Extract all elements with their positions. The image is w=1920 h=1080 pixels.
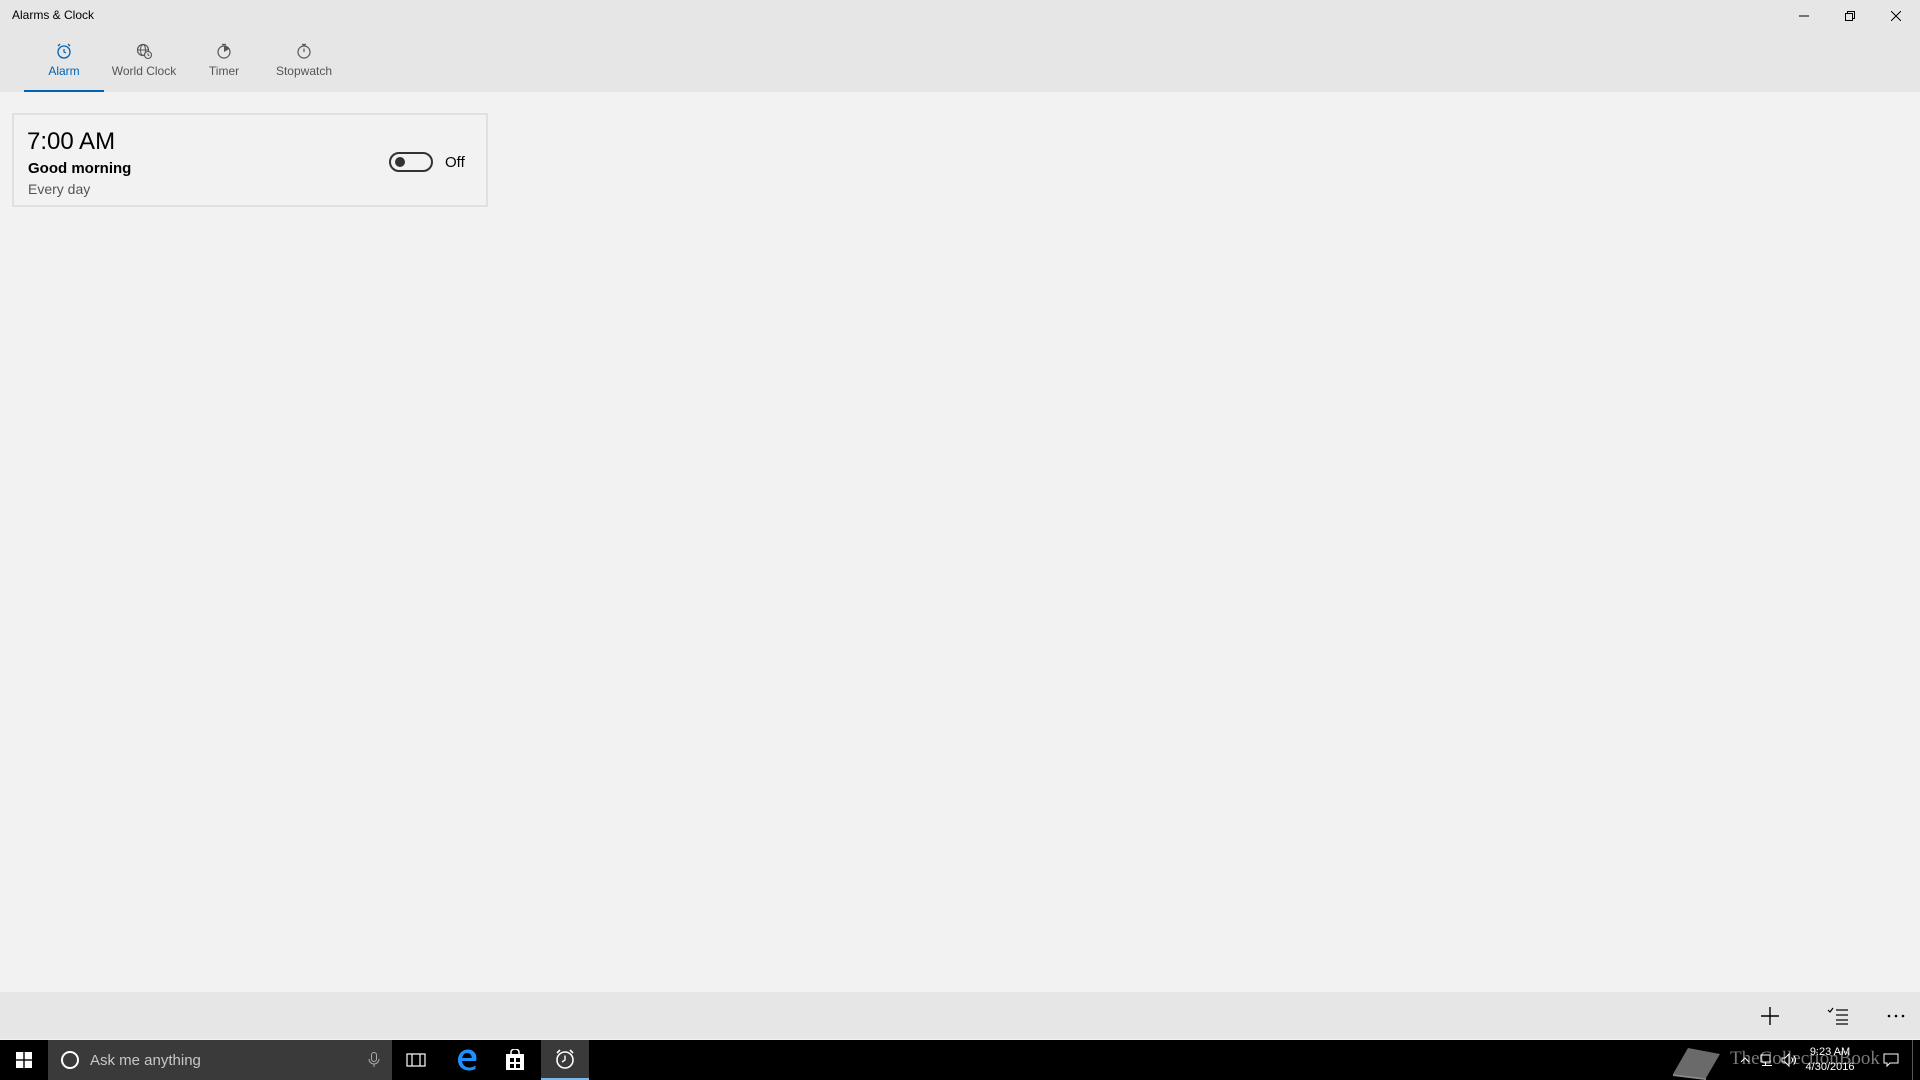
window-title: Alarms & Clock [12,8,95,22]
title-bar: Alarms & Clock [0,0,1920,32]
alarm-clock-icon [57,43,71,59]
minimize-icon [1799,15,1809,17]
tray-time: 9:23 AM [1809,1046,1851,1058]
select-list-icon [1827,1007,1848,1025]
close-button[interactable] [1873,0,1919,32]
toggle-knob [395,157,405,167]
clock-tray-button[interactable]: 9:23 AM 4/30/2016 [1790,1045,1870,1075]
taskbar-alarms-button[interactable] [541,1040,589,1080]
tab-bar: Alarm World Clock Timer Stopwatch [0,32,1920,92]
active-tab-indicator [24,90,104,92]
tab-timer-label: Timer [208,64,240,78]
more-options-button[interactable] [1872,992,1920,1039]
book-logo-icon [1673,1048,1720,1080]
alarm-repeat: Every day [28,181,91,197]
alarm-card[interactable]: 7:00 AM Good morning Every day Off [12,113,488,207]
tab-world-clock[interactable]: World Clock [108,40,180,92]
alarm-name: Good morning [28,160,132,177]
stopwatch-icon [297,43,311,59]
restore-button[interactable] [1827,0,1873,32]
taskbar-edge-button[interactable] [443,1040,491,1080]
microphone-icon[interactable] [368,1052,380,1068]
cortana-icon [61,1051,79,1069]
plus-icon [1761,1006,1779,1025]
windows-logo-icon [16,1052,32,1068]
task-view-button[interactable] [392,1040,440,1080]
network-tray-button[interactable] [1756,1040,1778,1080]
restore-icon [1845,11,1855,21]
tray-date: 4/30/2016 [1805,1061,1855,1073]
tab-alarm-label: Alarm [48,64,80,78]
alarm-toggle-state: Off [445,154,465,171]
tab-alarm[interactable]: Alarm [24,40,104,92]
taskbar-store-button[interactable] [491,1040,539,1080]
start-button[interactable] [0,1040,48,1080]
timer-icon [217,43,231,59]
alarms-app-icon [556,1049,574,1069]
notification-icon [1883,1053,1899,1067]
alarm-time: 7:00 AM [27,128,116,155]
network-icon [1760,1054,1772,1066]
task-view-icon [406,1053,426,1067]
cortana-search-box[interactable]: Ask me anything [48,1040,392,1080]
minimize-button[interactable] [1781,0,1827,32]
show-desktop-button[interactable] [1912,1040,1920,1080]
alarm-toggle-switch[interactable] [389,152,433,172]
edge-browser-icon [458,1049,477,1071]
close-icon [1891,11,1901,21]
action-center-button[interactable] [1876,1040,1906,1080]
search-placeholder: Ask me anything [90,1051,201,1069]
command-bar [0,992,1920,1039]
more-icon [1887,1014,1905,1017]
chevron-up-icon [1740,1057,1750,1063]
tab-stopwatch-label: Stopwatch [275,64,333,78]
tab-stopwatch[interactable]: Stopwatch [268,40,340,92]
taskbar: Ask me anything TheCollectionBook 9:23 A… [0,1040,1920,1080]
show-hidden-icons-button[interactable] [1734,1040,1756,1080]
store-bag-icon [506,1049,524,1070]
tab-world-clock-label: World Clock [111,64,177,78]
select-alarms-button[interactable] [1814,992,1862,1039]
new-alarm-button[interactable] [1746,992,1794,1039]
tab-timer[interactable]: Timer [196,40,252,92]
globe-clock-icon [136,43,153,60]
